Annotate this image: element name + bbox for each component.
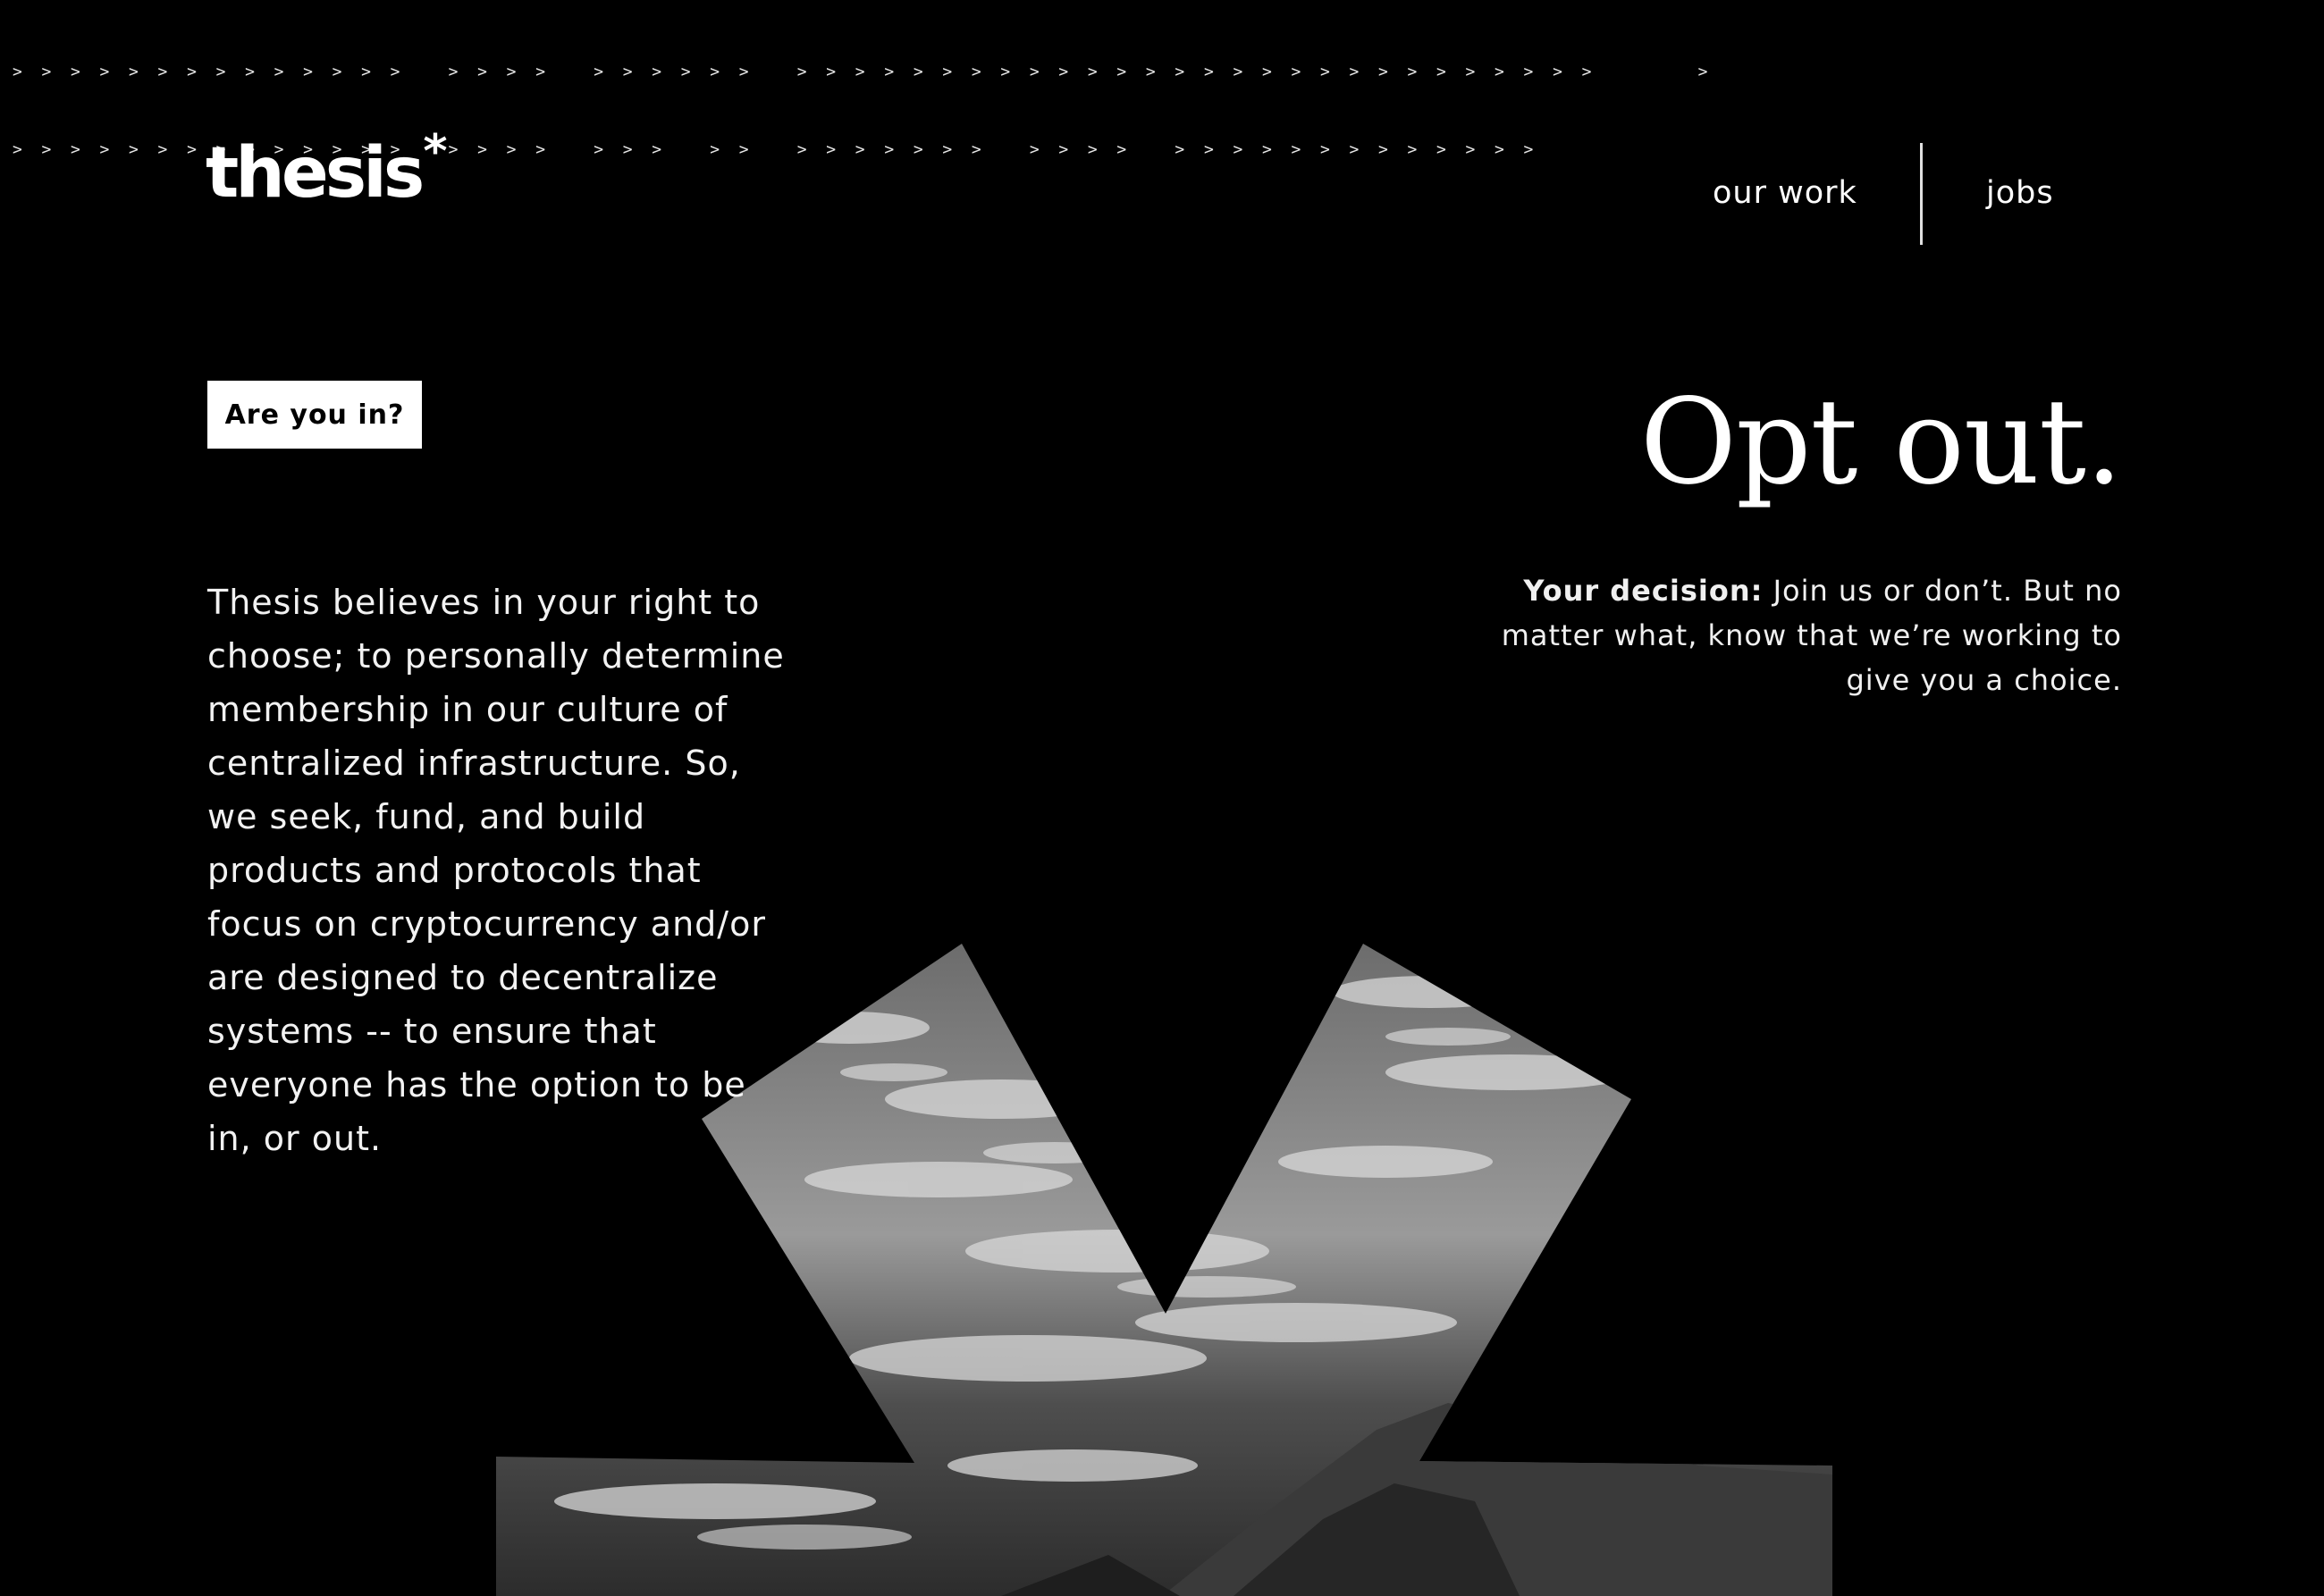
- mission-statement: Thesis believes in your right to choose;…: [207, 583, 785, 1158]
